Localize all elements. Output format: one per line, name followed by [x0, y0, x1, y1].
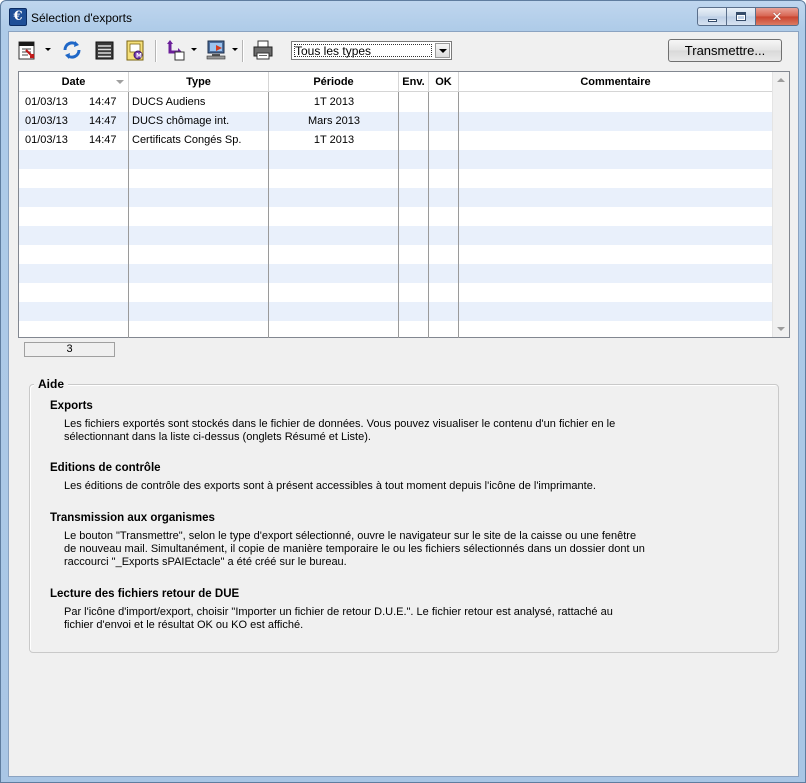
help-line: sélectionnant dans la liste ci-dessus (o… — [64, 431, 371, 443]
help-section-body: Les fichiers exportés sont stockés dans … — [64, 418, 764, 444]
send-computer-icon[interactable] — [204, 38, 228, 62]
svg-text:M: M — [136, 53, 142, 60]
cell-type: DUCS Audiens — [132, 96, 206, 108]
table-row[interactable]: 01/03/13 14:47 DUCS Audiens 1T 2013 — [19, 93, 772, 112]
column-header-date[interactable]: Date — [19, 72, 129, 92]
import-export-dropdown-caret-icon[interactable] — [191, 48, 197, 51]
import-export-icon[interactable] — [164, 38, 188, 62]
help-line: Les fichiers exportés sont stockés dans … — [64, 418, 616, 430]
list-icon[interactable] — [93, 38, 117, 62]
export-type-select[interactable]: Tous les types — [291, 41, 452, 60]
help-section-body: Le bouton "Transmettre", selon le type d… — [64, 530, 764, 569]
help-title: Aide — [34, 377, 69, 391]
row-count: 3 — [24, 342, 115, 357]
help-section-title: Transmission aux organismes — [50, 512, 215, 524]
maximize-button[interactable] — [726, 7, 755, 26]
column-header-env[interactable]: Env. — [399, 72, 429, 92]
chevron-down-icon[interactable] — [435, 43, 450, 58]
help-line: de nouveau mail. Simultanément, il copie… — [64, 543, 645, 555]
minimize-icon — [708, 19, 717, 22]
column-header-type[interactable]: Type — [129, 72, 269, 92]
exports-table[interactable]: Date Type Période Env. OK Commentaire 01… — [18, 71, 790, 338]
column-header-label: Date — [61, 76, 86, 88]
sort-descending-icon — [116, 80, 124, 84]
printer-icon[interactable] — [251, 38, 275, 62]
minimize-button[interactable] — [697, 7, 726, 26]
cell-time: 14:47 — [89, 115, 117, 127]
close-button[interactable]: ✕ — [755, 7, 799, 26]
transmit-button[interactable]: Transmettre... — [668, 39, 782, 62]
help-section-title: Lecture des fichiers retour de DUE — [50, 588, 240, 600]
empty-row — [19, 264, 772, 283]
export-dropdown-caret-icon[interactable] — [45, 48, 51, 51]
window-title: Sélection d'exports — [31, 11, 133, 25]
toolbar-separator — [155, 40, 156, 62]
table-row[interactable]: 01/03/13 14:47 DUCS chômage int. Mars 20… — [19, 112, 772, 131]
column-header-periode[interactable]: Période — [269, 72, 399, 92]
empty-row — [19, 169, 772, 188]
column-divider — [428, 92, 429, 338]
cell-date: 01/03/13 — [25, 96, 68, 108]
help-line: raccourci "_Exports sPAIEctacle" a été c… — [64, 556, 347, 568]
help-line: Par l'icône d'import/export, choisir "Im… — [64, 606, 613, 618]
empty-row — [19, 188, 772, 207]
cell-type: DUCS chômage int. — [132, 115, 230, 127]
maximize-icon — [736, 12, 746, 21]
cell-type: Certificats Congés Sp. — [132, 134, 242, 146]
column-divider — [398, 92, 399, 338]
cell-periode: Mars 2013 — [308, 115, 360, 127]
close-icon: ✕ — [771, 9, 783, 24]
vertical-scrollbar[interactable] — [772, 72, 789, 337]
cell-time: 14:47 — [89, 96, 117, 108]
window-controls: ✕ — [697, 7, 799, 26]
help-group: Aide Exports Les fichiers exportés sont … — [29, 377, 779, 653]
table-body: 01/03/13 14:47 DUCS Audiens 1T 2013 01/0… — [19, 93, 772, 337]
table-row[interactable]: 01/03/13 14:47 Certificats Congés Sp. 1T… — [19, 131, 772, 150]
toolbar: M Tous les types Transmettre... — [9, 32, 798, 70]
empty-row — [19, 226, 772, 245]
empty-row — [19, 150, 772, 169]
export-doc-icon[interactable] — [16, 38, 40, 62]
cell-date: 01/03/13 — [25, 134, 68, 146]
column-divider — [128, 92, 129, 338]
scroll-up-icon[interactable] — [777, 78, 785, 82]
column-divider — [458, 92, 459, 338]
empty-row — [19, 283, 772, 302]
app-window: € Sélection d'exports ✕ M Tous les types… — [0, 0, 806, 783]
certificate-icon[interactable]: M — [124, 38, 148, 62]
column-header-commentaire[interactable]: Commentaire — [459, 72, 772, 92]
help-section-title: Exports — [50, 400, 93, 412]
help-section-title: Editions de contrôle — [50, 462, 161, 474]
cell-periode: 1T 2013 — [313, 134, 355, 146]
scroll-down-icon[interactable] — [777, 327, 785, 331]
column-divider — [268, 92, 269, 338]
cell-periode: 1T 2013 — [313, 96, 355, 108]
empty-row — [19, 302, 772, 321]
help-line: Le bouton "Transmettre", selon le type d… — [64, 530, 637, 542]
empty-row — [19, 321, 772, 337]
send-dropdown-caret-icon[interactable] — [232, 48, 238, 51]
help-line: fichier d'envoi et le résultat OK ou KO … — [64, 619, 304, 631]
cell-date: 01/03/13 — [25, 115, 68, 127]
table-header: Date Type Période Env. OK Commentaire — [19, 72, 772, 92]
refresh-icon[interactable] — [60, 38, 84, 62]
column-header-ok[interactable]: OK — [429, 72, 459, 92]
empty-row — [19, 245, 772, 264]
app-euro-icon[interactable]: € — [9, 8, 27, 26]
help-section-body: Les éditions de contrôle des exports son… — [64, 480, 764, 493]
export-type-select-value: Tous les types — [295, 44, 372, 58]
window-client-area: M Tous les types Transmettre... Date Typ… — [8, 31, 799, 777]
cell-time: 14:47 — [89, 134, 117, 146]
help-line: Les éditions de contrôle des exports son… — [64, 480, 596, 492]
help-section-body: Par l'icône d'import/export, choisir "Im… — [64, 606, 764, 632]
title-bar[interactable]: € Sélection d'exports ✕ — [1, 1, 805, 31]
empty-row — [19, 207, 772, 226]
toolbar-separator — [242, 40, 243, 62]
